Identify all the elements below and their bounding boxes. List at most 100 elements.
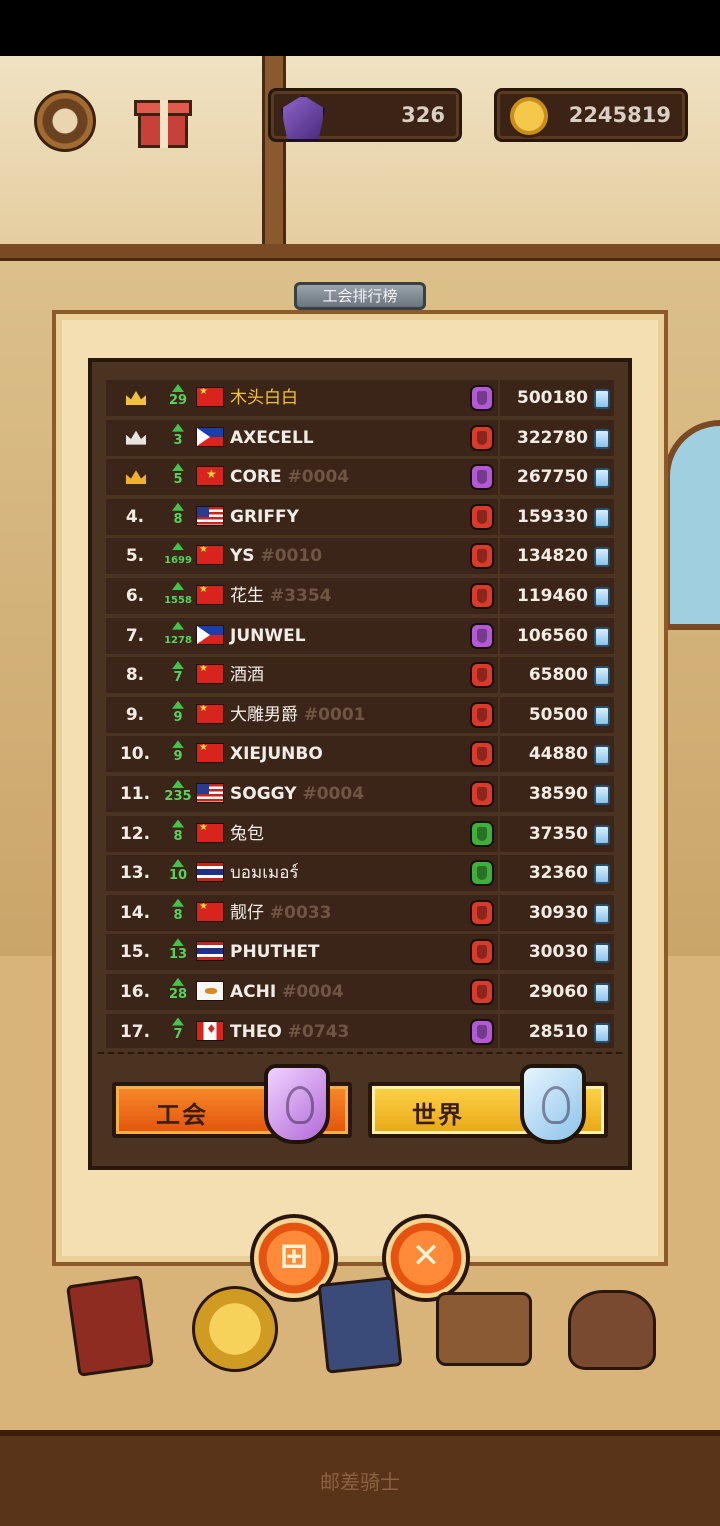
guild-badge-icon <box>470 543 494 570</box>
player-tag: #3354 <box>264 585 332 606</box>
card-deck-icon[interactable] <box>317 1276 403 1374</box>
arrow-up-icon <box>172 700 184 709</box>
leaderboard-row[interactable]: 9. 9 大雕男爵 #0001 50500 <box>106 696 614 733</box>
rank-change: 13 <box>160 934 196 970</box>
leaderboard-row[interactable]: 15. 13 PHUTHET 30030 <box>106 934 614 971</box>
flag-vn-icon <box>196 466 224 487</box>
player-name-text: AXECELL <box>230 427 314 448</box>
arrow-up-icon <box>172 621 184 630</box>
arrow-up-icon <box>172 423 184 432</box>
trophy-icon <box>594 1022 610 1043</box>
star-medal-icon[interactable] <box>192 1286 278 1372</box>
rank-change-value: 9 <box>173 709 183 725</box>
player-name: JUNWEL <box>230 618 306 654</box>
gift-icon: ⊞ <box>279 1236 309 1276</box>
arrow-up-icon <box>172 581 184 590</box>
player-tag: #0010 <box>254 546 323 567</box>
rank-number: 12. <box>119 823 151 844</box>
rank-number: 7. <box>125 625 145 646</box>
satchel-icon[interactable] <box>436 1292 532 1366</box>
rank-number: 4. <box>125 506 145 527</box>
gems-counter[interactable]: 326 <box>268 88 462 142</box>
player-name: 酒酒 <box>230 657 264 693</box>
flag-ph-icon <box>196 624 224 645</box>
leaderboard-row[interactable]: 3 AXECELL 322780 <box>106 419 614 456</box>
guild-badge-icon <box>470 582 494 609</box>
rank-change-value: 5 <box>173 472 183 488</box>
arrow-up-icon <box>172 819 184 828</box>
gems-value: 326 <box>401 103 445 127</box>
leaderboard-row[interactable]: 8. 7 酒酒 65800 <box>106 657 614 694</box>
leaderboard-row[interactable]: 11. 235 SOGGY #0004 38590 <box>106 775 614 812</box>
player-name: PHUTHET <box>230 934 320 970</box>
player-tag: #0033 <box>264 902 332 923</box>
player-name-text: PHUTHET <box>230 942 320 963</box>
leaderboard-row[interactable]: 29 木头白白 500180 <box>106 380 614 416</box>
player-name: 大雕男爵 #0001 <box>230 697 365 733</box>
guild-badge-icon <box>470 899 494 926</box>
rank-change: 8 <box>160 816 196 852</box>
gift-box-icon[interactable] <box>134 90 192 150</box>
leaderboard-row[interactable]: 16. 28 ACHI #0004 29060 <box>106 973 614 1010</box>
rank-change-value: 13 <box>168 947 188 963</box>
flag-ca-icon <box>196 1020 224 1041</box>
leaderboard-row[interactable]: 5. 1699 YS #0010 134820 <box>106 538 614 575</box>
score-value: 30930 <box>528 902 588 923</box>
leaderboard-row[interactable]: 12. 8 兔包 37350 <box>106 815 614 852</box>
coins-counter[interactable]: 2245819 <box>494 88 688 142</box>
player-name: 靓仔 #0033 <box>230 895 331 931</box>
guild-badge-icon <box>470 385 494 411</box>
player-tag: #0004 <box>281 467 350 488</box>
background-shelf <box>0 244 720 261</box>
rank-change: 5 <box>160 459 196 495</box>
trophy-icon <box>594 705 610 726</box>
player-name-text: GRIFFY <box>230 506 299 527</box>
flag-cn-icon <box>196 584 224 605</box>
close-icon: ✕ <box>411 1236 441 1276</box>
score-value: 65800 <box>528 665 588 686</box>
tab-guild-label: 工会 <box>156 1101 208 1129</box>
leaderboard-row[interactable]: 4. 8 GRIFFY 159330 <box>106 498 614 535</box>
score-value: 322780 <box>517 427 588 448</box>
trophy-icon <box>594 547 610 568</box>
flag-cy-icon <box>196 980 224 1001</box>
arrow-up-icon <box>172 661 184 670</box>
flag-us-icon <box>196 782 224 803</box>
book-icon[interactable] <box>65 1275 155 1377</box>
footer-label: 邮差骑士 <box>320 1470 400 1494</box>
rank-change: 9 <box>160 736 196 772</box>
rank-change-value: 8 <box>173 828 183 844</box>
leaderboard-row[interactable]: 17. 7 THEO #0743 28510 <box>106 1013 614 1048</box>
rank-change-value: 9 <box>173 749 183 765</box>
rank-number: 13. <box>119 863 151 884</box>
coin-icon <box>507 94 551 138</box>
background-window <box>664 420 720 630</box>
guild-badge-icon <box>470 860 494 887</box>
trophy-icon <box>594 982 610 1003</box>
player-name: 兔包 <box>230 816 264 852</box>
trophy-icon <box>594 586 610 607</box>
leaderboard-list[interactable]: 29 木头白白 500180 3 AXECELL 322780 5 CORE #0004 267… <box>106 380 614 1048</box>
gem-icon <box>281 95 325 141</box>
flag-ph-icon <box>196 426 224 447</box>
leaderboard-row[interactable]: 5 CORE #0004 267750 <box>106 459 614 496</box>
player-name-text: 木头白白 <box>230 388 298 408</box>
guild-emblem-icon <box>264 1064 330 1144</box>
leaderboard-row[interactable]: 10. 9 XIEJUNBO 44880 <box>106 736 614 773</box>
leaderboard-row[interactable]: 7. 1278 JUNWEL 106560 <box>106 617 614 654</box>
guild-badge-icon <box>470 1018 494 1045</box>
score-value: 32360 <box>528 863 588 884</box>
background-pole <box>262 56 286 256</box>
leaderboard-row[interactable]: 6. 1558 花生 #3354 119460 <box>106 577 614 614</box>
leaderboard-row[interactable]: 13. 10 บอมเมอร์ 32360 <box>106 855 614 892</box>
player-name: GRIFFY <box>230 499 299 535</box>
guild-badge-icon <box>470 662 494 689</box>
player-name: บอมเมอร์ <box>230 855 299 891</box>
close-button[interactable]: ✕ <box>382 1214 470 1302</box>
settings-gear-icon[interactable] <box>34 90 96 152</box>
leaderboard-row[interactable]: 14. 8 靓仔 #0033 30930 <box>106 894 614 931</box>
player-tag: #0004 <box>276 981 344 1002</box>
player-name: SOGGY #0004 <box>230 776 364 812</box>
tab-world-label: 世界 <box>412 1101 464 1129</box>
coin-bag-icon[interactable] <box>568 1290 656 1370</box>
